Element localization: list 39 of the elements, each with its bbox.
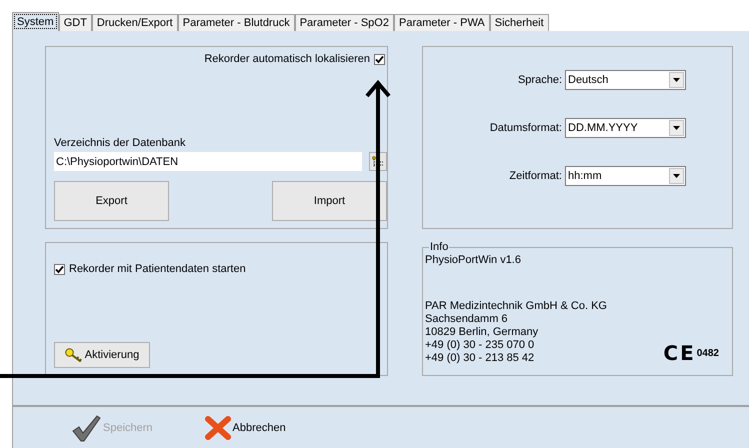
folder-tree-icon [372, 156, 384, 168]
checkbox-label: Rekorder mit Patientendaten starten [69, 263, 246, 275]
tab[interactable]: Parameter - SpO2 [294, 14, 394, 31]
caret-down-icon [673, 126, 680, 130]
dropdown[interactable]: Deutsch [565, 70, 686, 90]
dropdown[interactable]: DD.MM.YYYY [565, 118, 686, 138]
activation-button[interactable]: Aktivierung [54, 342, 150, 368]
tab[interactable]: Drucken/Export [92, 14, 178, 31]
address-line: +49 (0) 30 - 235 070 0 [425, 339, 534, 352]
address-line: +49 (0) 30 - 213 85 42 [425, 352, 534, 365]
field-label: Sprache: [518, 74, 562, 86]
field-label: Zeitformat: [509, 170, 562, 182]
cancel-button[interactable]: Abbrechen [204, 416, 286, 440]
tab[interactable]: Parameter - PWA [394, 14, 490, 31]
ce-mark: CE [663, 341, 696, 365]
caret-down-icon [673, 174, 680, 178]
checkbox[interactable] [374, 54, 385, 64]
address-line: Sachsendamm 6 [425, 313, 508, 326]
close-icon [204, 416, 231, 440]
tab[interactable]: GDT [58, 14, 92, 31]
tab[interactable]: System [12, 12, 59, 31]
dropdown[interactable]: hh:mm [565, 166, 686, 186]
directory-field[interactable]: C:\Physioportwin\DATEN [54, 152, 362, 171]
checkbox[interactable] [54, 264, 65, 274]
directory-label: Verzeichnis der Datenbank [54, 137, 186, 149]
tab[interactable]: Sicherheit [490, 14, 549, 31]
address-line: 10829 Berlin, Germany [425, 326, 538, 339]
checkbox-label: Rekorder automatisch lokalisieren [204, 53, 370, 65]
button[interactable]: Import [272, 181, 387, 221]
caret-down-icon [673, 78, 680, 82]
field-label: Datumsformat: [490, 122, 562, 134]
version-text: PhysioPortWin v1.6 [425, 254, 521, 267]
button[interactable]: Export [54, 181, 169, 221]
key-icon [64, 348, 82, 362]
info-title: Info [429, 242, 450, 252]
address-line: PAR Medizintechnik GmbH & Co. KG [425, 300, 607, 313]
ce-number: 0482 [696, 348, 719, 358]
checkmark-icon [71, 414, 101, 442]
tab[interactable]: Parameter - Blutdruck [178, 14, 295, 31]
